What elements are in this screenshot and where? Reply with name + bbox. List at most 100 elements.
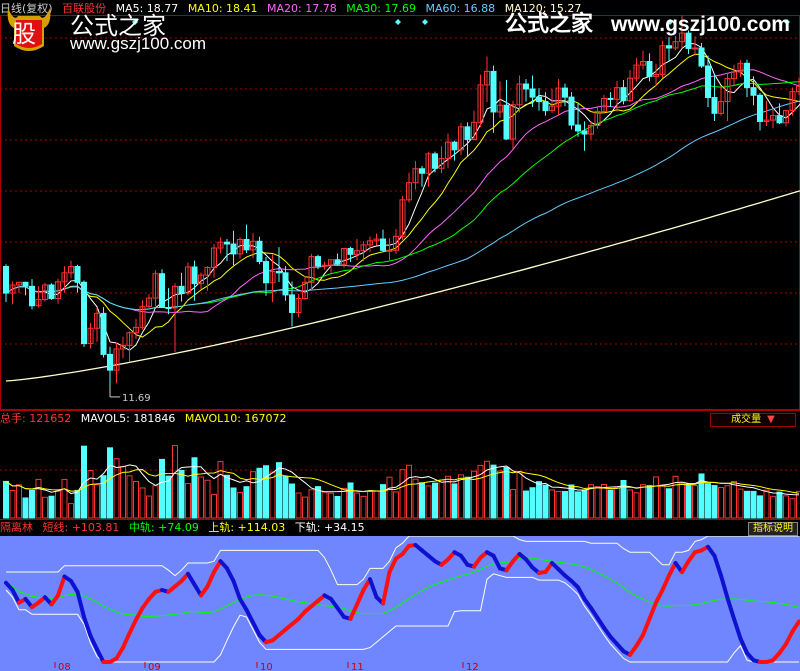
volume-bar bbox=[581, 489, 588, 519]
volume-bar bbox=[776, 491, 783, 519]
volume-bar bbox=[718, 487, 724, 519]
candle-body bbox=[289, 294, 295, 313]
candle-body bbox=[562, 87, 568, 98]
volume-bar bbox=[393, 491, 399, 519]
volume-bar bbox=[139, 487, 146, 519]
volume-bar bbox=[757, 495, 763, 519]
volume-total: 总手: 121652 bbox=[0, 412, 72, 425]
candle-body bbox=[81, 281, 87, 345]
volume-bar bbox=[562, 490, 568, 519]
candle-body bbox=[776, 115, 783, 124]
volume-bar bbox=[412, 478, 419, 519]
volume-bar bbox=[705, 483, 711, 519]
indicator-name[interactable]: 隔离林 bbox=[0, 521, 33, 534]
watermark-top-url: www.gszj100.com bbox=[611, 13, 790, 36]
candle-body bbox=[191, 266, 198, 285]
volume-bar bbox=[126, 475, 133, 519]
volume-bar bbox=[269, 471, 276, 519]
volume-bar bbox=[471, 470, 477, 519]
volume-bar bbox=[614, 487, 620, 519]
volume-bar bbox=[256, 467, 263, 519]
kline-chart[interactable]: 11.69 08 09 10 11 12 bbox=[0, 0, 800, 671]
candle-body bbox=[22, 281, 29, 287]
volume-bar bbox=[568, 484, 575, 519]
candle-body bbox=[321, 264, 328, 267]
volume-bar bbox=[555, 491, 562, 519]
volume-bar bbox=[731, 480, 737, 519]
watermark-top-title: 公式之家 bbox=[505, 11, 594, 37]
volume-bar bbox=[594, 486, 601, 519]
volume-bar bbox=[133, 481, 139, 519]
volume-bar bbox=[276, 462, 282, 519]
volume-bar bbox=[438, 479, 445, 519]
volume-bar bbox=[302, 496, 308, 519]
candle-body bbox=[529, 88, 536, 98]
candle-body bbox=[757, 94, 763, 122]
volume-bar bbox=[263, 465, 269, 519]
volume-tab-label: 成交量 bbox=[731, 414, 762, 425]
volume-bar bbox=[451, 483, 458, 519]
volume-bar bbox=[178, 469, 185, 519]
volume-bar bbox=[373, 490, 380, 519]
volume-bar bbox=[419, 482, 425, 519]
volume-bar bbox=[432, 482, 438, 519]
mavol10-line bbox=[5, 469, 800, 494]
volume-bar bbox=[9, 489, 16, 519]
candle-body bbox=[334, 259, 341, 265]
candle-body bbox=[568, 96, 575, 126]
indicator-short: 短线: +103.81 bbox=[42, 521, 120, 534]
volume-bar bbox=[29, 489, 35, 519]
volume-bar bbox=[172, 445, 178, 519]
volume-bar bbox=[185, 483, 191, 519]
volume-bar bbox=[334, 495, 341, 519]
candle-body bbox=[750, 87, 757, 96]
candle-body bbox=[48, 284, 55, 300]
volume-bar bbox=[425, 485, 432, 519]
volume-bar bbox=[152, 485, 159, 519]
volume-bar bbox=[94, 484, 100, 519]
volume-indicator-dropdown[interactable]: 成交量 ▼ bbox=[710, 413, 796, 427]
candle-body bbox=[315, 256, 321, 267]
candle-body bbox=[581, 130, 588, 135]
candle-body bbox=[711, 97, 718, 114]
volume-bar bbox=[22, 497, 29, 519]
candle-body bbox=[100, 312, 107, 355]
candle-body bbox=[536, 96, 542, 103]
volume-bar bbox=[529, 487, 536, 519]
candle-body bbox=[3, 266, 9, 294]
indicator-upper: 上轨: +114.03 bbox=[208, 521, 286, 534]
x-tick-label: 11 bbox=[351, 662, 364, 671]
volume-bar bbox=[640, 484, 646, 519]
volume-bar bbox=[497, 470, 503, 519]
volume-bar bbox=[211, 493, 217, 519]
volume-bar bbox=[685, 483, 692, 519]
volume-bar bbox=[289, 483, 295, 519]
volume-bar bbox=[789, 498, 796, 519]
candle-body bbox=[276, 270, 282, 274]
candle-body bbox=[744, 62, 750, 89]
volume-bar bbox=[445, 475, 451, 519]
x-tick-label: 12 bbox=[466, 662, 479, 671]
event-marker-icon bbox=[422, 19, 428, 25]
volume-bar bbox=[516, 470, 523, 519]
volume-bar bbox=[523, 490, 529, 519]
volume-bar bbox=[601, 483, 607, 519]
volume-bar bbox=[48, 495, 55, 519]
indicator-help-button[interactable]: 指标说明 bbox=[748, 522, 798, 536]
candle-body bbox=[666, 45, 672, 49]
watermark-top: 公式之家 www.gszj100.com bbox=[505, 6, 790, 38]
volume-bar bbox=[295, 492, 302, 519]
volume-bar bbox=[380, 484, 386, 519]
candle-body bbox=[432, 153, 438, 169]
volume-header: 总手: 121652 MAVOL5: 181846 MAVOL10: 16707… bbox=[0, 412, 292, 426]
candle-body bbox=[29, 285, 35, 307]
volume-bar bbox=[770, 495, 776, 519]
candle-body bbox=[282, 272, 289, 296]
volume-bar bbox=[308, 489, 315, 519]
x-tick-label: 09 bbox=[148, 662, 161, 671]
candle-body bbox=[419, 168, 425, 174]
volume-bar bbox=[627, 489, 633, 519]
volume-bar bbox=[230, 487, 237, 519]
volume-bar bbox=[711, 485, 718, 519]
indicator-header: 隔离林 短线: +103.81 中轨: +74.09 上轨: +114.03 下… bbox=[0, 521, 800, 536]
